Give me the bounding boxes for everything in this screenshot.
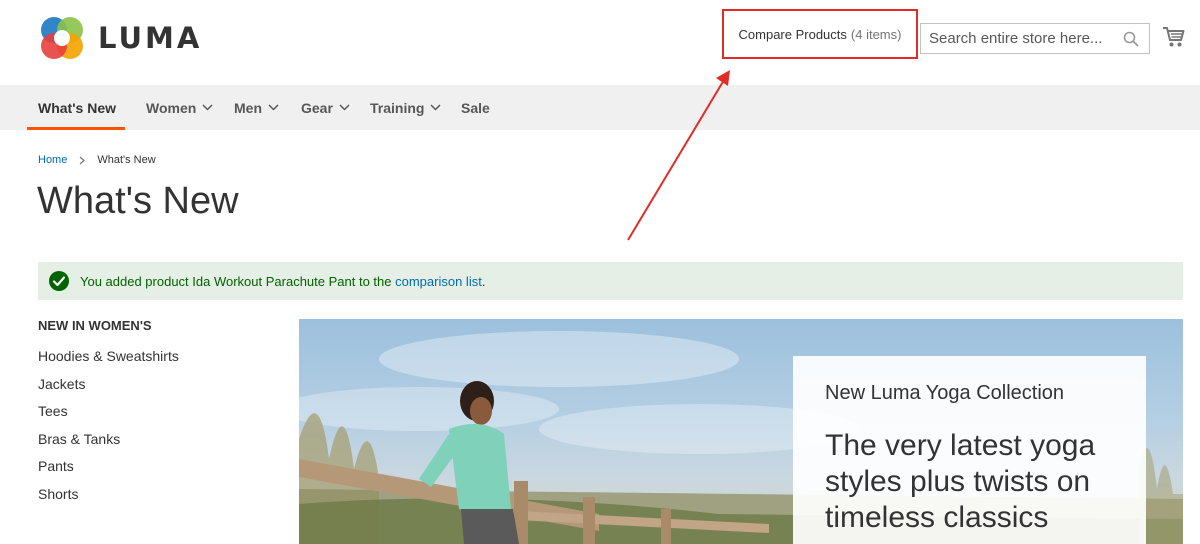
- nav-item-whats-new[interactable]: What's New: [38, 85, 116, 130]
- nav-item-label: Gear: [301, 99, 333, 116]
- luma-logo-icon: [41, 17, 83, 59]
- cart-icon[interactable]: [1162, 25, 1186, 49]
- nav-item-label: Women: [146, 99, 197, 116]
- comparison-list-link[interactable]: comparison list: [395, 274, 482, 289]
- nav-active-indicator: [27, 127, 125, 130]
- message-text-after: .: [481, 273, 486, 289]
- message-text-before: You added product Ida Workout Parachute …: [80, 273, 396, 289]
- sidebar-item-hoodies[interactable]: Hoodies & Sweatshirts: [38, 344, 268, 372]
- promo-banner[interactable]: New Luma Yoga Collection The very latest…: [299, 319, 1183, 544]
- page-header: LUMA Compare Products (4 items): [0, 0, 1200, 85]
- category-sidebar: NEW IN WOMEN'S Hoodies & Sweatshirts Jac…: [38, 318, 268, 510]
- nav-item-label: Training: [370, 99, 425, 116]
- chevron-down-icon: [268, 104, 279, 111]
- nav-item-label: What's New: [38, 99, 117, 116]
- sidebar-title: NEW IN WOMEN'S: [38, 318, 152, 333]
- nav-item-label: Men: [234, 99, 262, 116]
- breadcrumb-current: What's New: [97, 154, 156, 166]
- sidebar-item-jackets[interactable]: Jackets: [38, 372, 268, 400]
- chevron-down-icon: [430, 104, 441, 111]
- search-icon[interactable]: [1123, 31, 1139, 47]
- main-navigation: What's New Women Men Gear Training Sale: [0, 85, 1200, 130]
- promo-card: New Luma Yoga Collection The very latest…: [793, 356, 1146, 544]
- sidebar-item-pants[interactable]: Pants: [38, 454, 268, 482]
- breadcrumb-chevron-icon: [79, 156, 86, 164]
- store-logo[interactable]: LUMA: [38, 14, 202, 62]
- chevron-down-icon: [202, 104, 213, 111]
- search-input[interactable]: [921, 24, 1116, 53]
- nav-item-gear[interactable]: Gear: [301, 85, 350, 130]
- breadcrumb: Home What's New: [38, 154, 156, 166]
- breadcrumb-home-link[interactable]: Home: [38, 154, 67, 166]
- check-circle-icon: [49, 271, 69, 291]
- sidebar-item-bras-tanks[interactable]: Bras & Tanks: [38, 427, 268, 455]
- nav-item-sale[interactable]: Sale: [461, 85, 490, 130]
- logo-text: LUMA: [98, 21, 203, 55]
- nav-item-men[interactable]: Men: [234, 85, 279, 130]
- sidebar-list: Hoodies & Sweatshirts Jackets Tees Bras …: [38, 344, 268, 510]
- nav-item-women[interactable]: Women: [146, 85, 213, 130]
- page-title: What's New: [37, 180, 239, 222]
- nav-item-label: Sale: [461, 99, 490, 116]
- compare-products-link[interactable]: Compare Products (4 items): [722, 9, 918, 59]
- compare-count: (4 items): [850, 26, 902, 42]
- message-text: You added product Ida Workout Parachute …: [80, 274, 485, 289]
- compare-label: Compare Products: [738, 26, 847, 42]
- chevron-down-icon: [339, 104, 350, 111]
- sidebar-item-tees[interactable]: Tees: [38, 399, 268, 427]
- sidebar-item-shorts[interactable]: Shorts: [38, 482, 268, 510]
- search-box: [920, 23, 1150, 54]
- nav-item-training[interactable]: Training: [370, 85, 441, 130]
- success-message: You added product Ida Workout Parachute …: [38, 262, 1183, 300]
- promo-subtitle: New Luma Yoga Collection: [825, 382, 1065, 404]
- promo-title: The very latest yoga styles plus twists …: [825, 429, 1096, 534]
